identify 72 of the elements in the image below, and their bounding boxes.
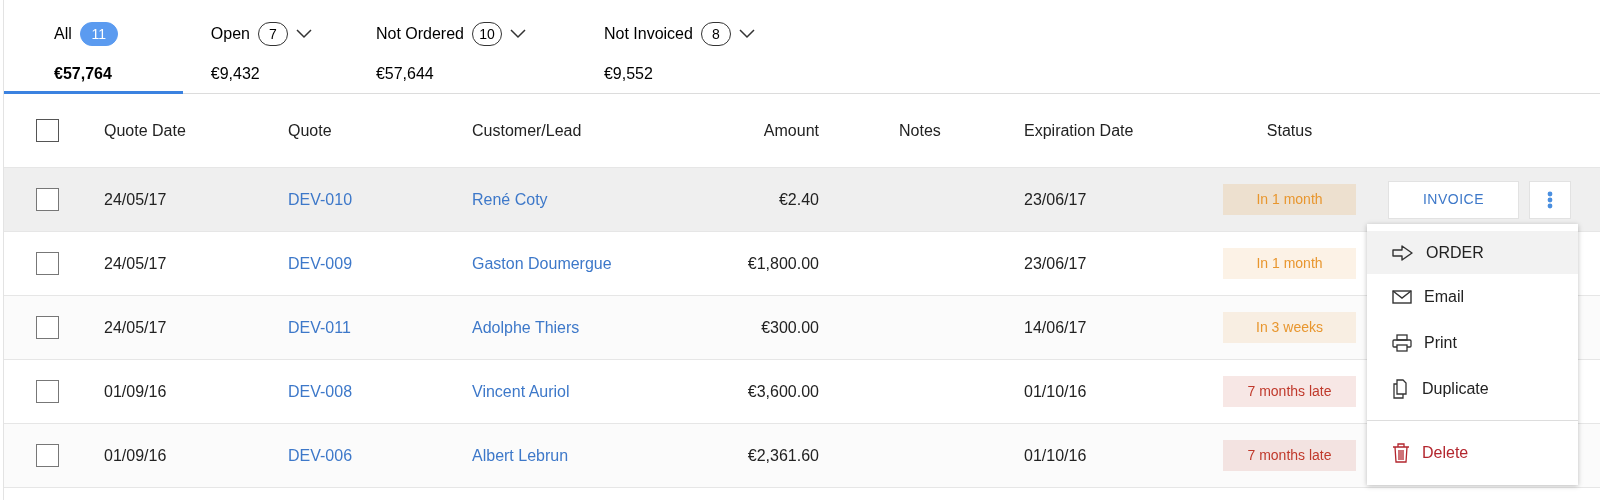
envelope-icon <box>1392 290 1412 304</box>
filter-tab[interactable]: Open 7 €9,432 <box>182 0 318 94</box>
select-all-checkbox[interactable] <box>36 119 59 142</box>
quote-link[interactable]: DEV-011 <box>288 318 351 336</box>
filter-tab[interactable]: Not Ordered 10 €57,644 <box>317 0 560 94</box>
row-checkbox[interactable] <box>36 444 59 467</box>
tab-label: Not Invoiced <box>603 23 693 44</box>
row-checkbox[interactable] <box>36 380 59 403</box>
customer-link[interactable]: Albert Lebrun <box>472 446 569 464</box>
column-header: Quote Date <box>104 121 186 139</box>
table-cell: €1,800.00 <box>747 254 819 272</box>
status-tag: In 1 month <box>1223 248 1356 279</box>
quote-link[interactable]: DEV-008 <box>288 382 353 400</box>
row-checkbox[interactable] <box>36 188 59 211</box>
printer-icon <box>1392 334 1412 352</box>
status-tag: 7 months late <box>1223 440 1356 471</box>
status-tag: 7 months late <box>1223 376 1356 407</box>
table-cell: 24/05/17 <box>104 254 167 272</box>
more-button[interactable] <box>1529 180 1571 219</box>
customer-link[interactable]: Vincent Auriol <box>472 382 570 400</box>
table-cell: €2.40 <box>778 190 819 208</box>
tab-label: All <box>54 23 72 44</box>
tab-label: Not Ordered <box>375 23 464 44</box>
column-header: Quote <box>288 121 332 139</box>
status-tag: In 3 weeks <box>1223 312 1356 343</box>
table-cell: 24/05/17 <box>104 190 167 208</box>
tab-amount: €9,552 <box>603 63 654 84</box>
table-cell: 23/06/17 <box>1024 254 1087 272</box>
quote-link[interactable]: DEV-006 <box>288 446 353 464</box>
table-cell: 01/09/16 <box>104 446 167 464</box>
arrow-right-icon <box>1392 243 1414 262</box>
copy-icon <box>1392 379 1410 399</box>
filter-tab[interactable]: All 11 €57,764 <box>4 0 183 94</box>
customer-link[interactable]: Gaston Doumergue <box>472 254 612 272</box>
table-cell: 23/06/17 <box>1024 190 1087 208</box>
customer-link[interactable]: René Coty <box>472 190 548 208</box>
table-cell: 01/09/16 <box>104 382 167 400</box>
row-checkbox[interactable] <box>36 252 59 275</box>
chevron-down-icon[interactable] <box>738 28 755 39</box>
tab-amount: €57,764 <box>54 63 113 84</box>
quote-link[interactable]: DEV-009 <box>288 254 353 272</box>
tab-label: Open <box>210 23 250 44</box>
table-cell: €3,600.00 <box>747 382 819 400</box>
quote-link[interactable]: DEV-010 <box>288 190 353 208</box>
table-cell: 01/10/16 <box>1024 382 1087 400</box>
chevron-down-icon[interactable] <box>509 28 526 39</box>
table-cell: €2,361.60 <box>747 446 819 464</box>
column-header: Status <box>1266 121 1313 139</box>
row-checkbox[interactable] <box>36 316 59 339</box>
trash-icon <box>1392 443 1410 463</box>
column-header: Amount <box>763 121 819 139</box>
customer-link[interactable]: Adolphe Thiers <box>472 318 580 336</box>
filter-tab[interactable]: Not Invoiced 8 €9,552 <box>559 0 775 94</box>
menu-item[interactable]: Email <box>1367 274 1578 320</box>
menu-item[interactable]: Print <box>1367 320 1578 366</box>
invoice-button[interactable]: INVOICE <box>1388 180 1519 219</box>
table-cell: 24/05/17 <box>104 318 167 336</box>
more-vertical-icon <box>1547 190 1553 209</box>
menu-item[interactable]: Delete <box>1367 427 1578 479</box>
table-cell: €300.00 <box>761 318 819 336</box>
count-badge: 11 <box>79 21 118 46</box>
tab-amount: €57,644 <box>375 63 435 84</box>
menu-item[interactable]: Duplicate <box>1367 366 1578 412</box>
column-header: Expiration Date <box>1024 121 1134 139</box>
chevron-down-icon[interactable] <box>295 28 312 39</box>
column-header: Customer/Lead <box>472 121 582 139</box>
column-header: Notes <box>899 121 941 139</box>
table-cell: 01/10/16 <box>1024 446 1087 464</box>
menu-item[interactable]: ORDER <box>1367 231 1578 274</box>
status-tag: In 1 month <box>1223 184 1356 215</box>
table-cell: 14/06/17 <box>1024 318 1087 336</box>
tab-amount: €9,432 <box>210 63 261 84</box>
